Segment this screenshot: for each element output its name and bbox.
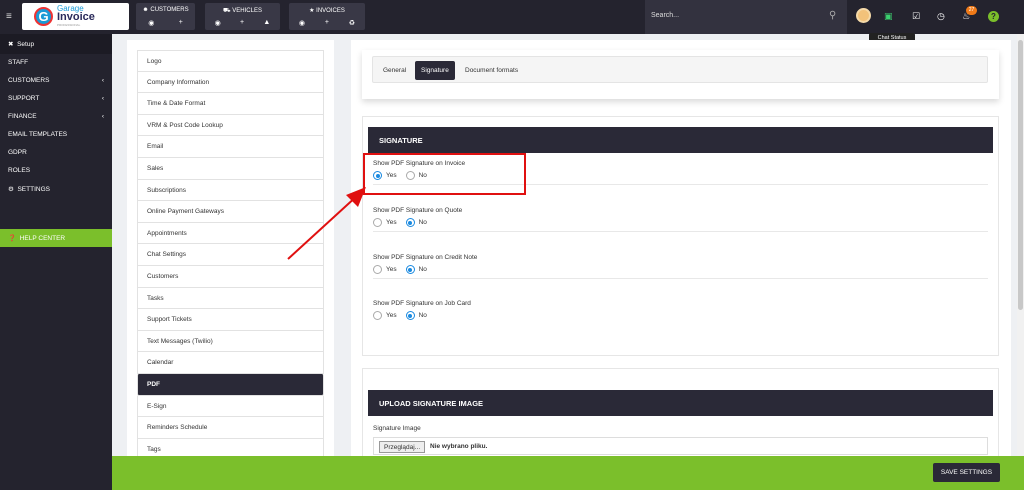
nav-vehicles[interactable]: ⛟ VEHICLES ◉ + ▲: [205, 3, 280, 30]
sidebar-item-support[interactable]: SUPPORT ‹: [0, 90, 112, 108]
notification-count-badge: 27: [966, 6, 977, 15]
help-icon: ❓: [8, 235, 17, 242]
settings-menu-item[interactable]: Reminders Schedule: [137, 417, 324, 439]
chevron-left-icon: ‹: [101, 77, 104, 84]
tab-general[interactable]: General: [377, 61, 412, 80]
divider: [373, 231, 988, 232]
logo-line2: Invoice: [57, 10, 95, 23]
view-icon[interactable]: ◉: [215, 19, 221, 27]
upload-header: UPLOAD SIGNATURE IMAGE: [368, 390, 993, 416]
chevron-left-icon: ‹: [101, 113, 104, 120]
help-center-button[interactable]: ❓ HELP CENTER: [0, 229, 112, 247]
radio-yes-label[interactable]: Yes: [386, 219, 397, 226]
settings-menu-item[interactable]: Calendar: [137, 352, 324, 374]
sidebar: ✖ Setup STAFF CUSTOMERS ‹ SUPPORT ‹ FINANC…: [0, 34, 112, 490]
gear-icon: ⚙: [8, 186, 14, 193]
bottom-bar: [112, 456, 1024, 490]
tab-signature[interactable]: Signature: [415, 61, 455, 80]
avatar[interactable]: [856, 8, 871, 23]
radio-yes-label[interactable]: Yes: [386, 266, 397, 273]
browse-button[interactable]: Przeglądaj...: [379, 441, 426, 453]
signature-header: SIGNATURE: [368, 127, 993, 153]
radio-no[interactable]: [405, 218, 415, 227]
settings-menu-item[interactable]: E-Sign: [137, 395, 324, 418]
settings-menu-item[interactable]: Tasks: [137, 287, 324, 310]
add-icon[interactable]: +: [240, 19, 244, 27]
radio-yes[interactable]: [373, 265, 382, 274]
nav-vehicles-label: VEHICLES: [232, 8, 262, 14]
divider: [373, 278, 988, 279]
search-icon[interactable]: ⚲: [829, 10, 836, 21]
nav-customers[interactable]: ☻ CUSTOMERS ◉ +: [136, 3, 195, 30]
nav-invoices[interactable]: ★ INVOICES ◉ + ♻: [289, 3, 365, 30]
search-input[interactable]: Search...: [645, 0, 847, 34]
recurring-icon[interactable]: ♻: [349, 19, 355, 27]
settings-menu-item[interactable]: PDF: [137, 373, 324, 396]
chevron-left-icon: ‹: [101, 95, 104, 102]
file-status: Nie wybrano pliku.: [430, 443, 488, 450]
add-icon[interactable]: +: [325, 19, 329, 27]
sidebar-item-finance[interactable]: FINANCE ‹: [0, 108, 112, 126]
save-settings-button[interactable]: SAVE SETTINGS: [933, 463, 1000, 482]
logo-g-icon: G: [34, 7, 53, 26]
radio-no-label[interactable]: No: [419, 312, 427, 319]
radio-no[interactable]: [405, 311, 415, 320]
signature-field-label: Show PDF Signature on Quote: [373, 207, 463, 214]
radio-no-label[interactable]: No: [419, 219, 427, 226]
signature-field: Show PDF Signature on Job Card Yes No: [373, 300, 988, 320]
view-icon[interactable]: ◉: [148, 19, 154, 27]
settings-menu-item[interactable]: Text Messages (Twilio): [137, 330, 324, 353]
chat-status-icon[interactable]: ▣: [884, 11, 893, 22]
view-icon[interactable]: ◉: [299, 19, 305, 27]
nav-invoices-label: INVOICES: [316, 8, 345, 14]
tasks-check-icon[interactable]: ☑: [912, 11, 920, 22]
sidebar-item-roles[interactable]: ROLES: [0, 162, 112, 180]
sidebar-item-email-templates[interactable]: EMAIL TEMPLATES: [0, 126, 112, 144]
tab-strip: General Signature Document formats: [372, 56, 988, 83]
sidebar-setup[interactable]: ✖ Setup: [0, 34, 112, 54]
settings-menu-item[interactable]: VRM & Post Code Lookup: [137, 114, 324, 137]
radio-yes-label[interactable]: Yes: [386, 312, 397, 319]
signature-field: Show PDF Signature on Quote Yes No: [373, 207, 988, 227]
clock-icon[interactable]: ◷: [937, 11, 945, 22]
sidebar-item-gdpr[interactable]: GDPR: [0, 144, 112, 162]
radio-no-label[interactable]: No: [419, 266, 427, 273]
radio-no[interactable]: [405, 265, 415, 274]
bell-icon[interactable]: ▲: [263, 19, 270, 27]
signature-field-label: Show PDF Signature on Job Card: [373, 300, 471, 307]
settings-menu-item[interactable]: Email: [137, 136, 324, 158]
signature-field: Show PDF Signature on Credit Note Yes No: [373, 254, 988, 274]
signature-image-label: Signature Image: [373, 425, 421, 432]
brand-logo[interactable]: G Garage Invoice PROFESSIONAL: [22, 3, 129, 30]
sidebar-item-staff[interactable]: STAFF: [0, 54, 112, 72]
sidebar-item-customers[interactable]: CUSTOMERS ‹: [0, 72, 112, 90]
annotation-highlight-box: [363, 153, 526, 195]
tab-document-formats[interactable]: Document formats: [459, 61, 524, 80]
close-icon[interactable]: ✖: [8, 41, 13, 48]
menu-toggle-icon[interactable]: ≡: [6, 11, 12, 22]
nav-customers-label: CUSTOMERS: [150, 7, 189, 13]
radio-yes[interactable]: [373, 311, 382, 320]
scrollbar-thumb[interactable]: [1018, 40, 1023, 310]
sidebar-item-settings[interactable]: ⚙ SETTINGS: [0, 180, 112, 198]
add-icon[interactable]: +: [179, 19, 183, 27]
settings-menu-item[interactable]: Time & Date Format: [137, 93, 324, 115]
settings-menu-item[interactable]: Support Tickets: [137, 309, 324, 331]
file-input[interactable]: Przeglądaj... Nie wybrano pliku.: [373, 437, 988, 455]
signature-field-label: Show PDF Signature on Credit Note: [373, 254, 478, 261]
settings-menu-item[interactable]: Logo: [137, 50, 324, 72]
settings-menu-item[interactable]: Customers: [137, 265, 324, 288]
help-icon[interactable]: ?: [988, 11, 999, 22]
settings-menu-item[interactable]: Company Information: [137, 71, 324, 94]
annotation-arrow: [287, 187, 366, 260]
